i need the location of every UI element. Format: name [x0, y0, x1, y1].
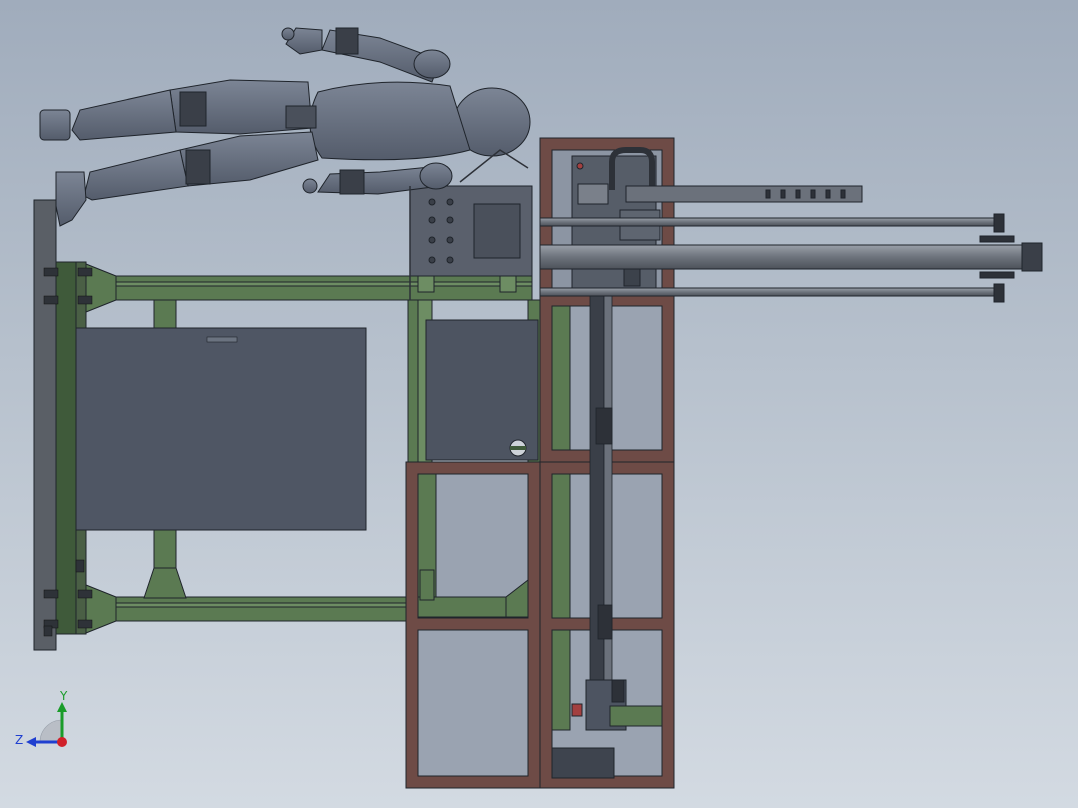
control-cabinet-panel	[75, 327, 367, 531]
triad-y-axis-arrow	[57, 702, 67, 712]
triad-z-label: Z	[15, 733, 23, 747]
operator-control-box	[409, 185, 533, 293]
cad-graphics-area[interactable]: Y Z	[0, 0, 1078, 808]
triad-y-label: Y	[59, 689, 68, 703]
triad-z-axis-arrow	[26, 737, 36, 747]
assembly-model-view[interactable]: Y Z	[0, 0, 1078, 808]
triad-x-axis-dot	[57, 737, 67, 747]
coordinate-triad: Y Z	[15, 689, 68, 747]
electrical-box	[425, 319, 539, 461]
